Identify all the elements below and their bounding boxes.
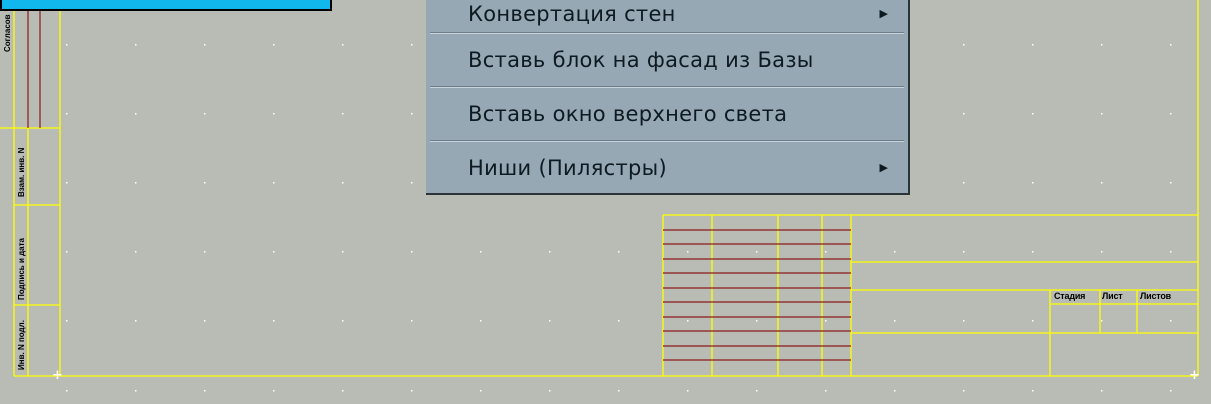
grid-dot <box>135 113 137 115</box>
grid-dot <box>1170 182 1172 184</box>
grid-dot <box>963 182 965 184</box>
menu-item-label: Вставь блок на фасад из Базы <box>468 48 814 72</box>
menu-item-label: Вставь окно верхнего света <box>468 102 788 126</box>
grid-dot <box>66 44 68 46</box>
grid-dot <box>756 251 758 253</box>
grid-dot <box>894 320 896 322</box>
grid-dot <box>963 113 965 115</box>
grid-dot <box>135 251 137 253</box>
title-block-sheet: Лист <box>1102 291 1123 301</box>
title-block-stage: Стадия <box>1054 291 1086 301</box>
grid-dot <box>204 44 206 46</box>
grid-dot <box>756 390 758 392</box>
grid-dot <box>1101 113 1103 115</box>
grid-dot <box>273 320 275 322</box>
grid-dot <box>963 390 965 392</box>
submenu-arrow-icon: ▶ <box>879 161 888 174</box>
grid-dot <box>273 251 275 253</box>
grid-dot <box>963 251 965 253</box>
grid-dot <box>825 390 827 392</box>
grid-dot <box>687 320 689 322</box>
stamp-label-replace: Взам. инв. N <box>17 147 26 197</box>
grid-dot <box>135 320 137 322</box>
grid-dot <box>1032 251 1034 253</box>
grid-dot <box>273 113 275 115</box>
grid-dot <box>963 320 965 322</box>
grid-dot <box>411 113 413 115</box>
grid-dot <box>1101 44 1103 46</box>
grid-dot <box>204 113 206 115</box>
grid-dot <box>549 390 551 392</box>
grid-dot <box>1032 44 1034 46</box>
grid-dot <box>66 320 68 322</box>
grid-dot <box>963 44 965 46</box>
grid-dot <box>687 251 689 253</box>
grid-dot <box>273 44 275 46</box>
grid-dot <box>1032 320 1034 322</box>
grid-dot <box>66 251 68 253</box>
grid-dot <box>411 251 413 253</box>
grid-dot <box>1170 44 1172 46</box>
grid-dot <box>1101 390 1103 392</box>
grid-dot <box>66 113 68 115</box>
grid-dot <box>135 182 137 184</box>
grid-dot <box>480 320 482 322</box>
context-menu: Конвертация стен ▶ Вставь блок на фасад … <box>426 0 910 195</box>
grid-dot <box>411 390 413 392</box>
grid-dot <box>1032 390 1034 392</box>
stamp-label-top: Согласов <box>3 14 12 52</box>
grid-dot <box>342 251 344 253</box>
grid-dot <box>1170 113 1172 115</box>
grid-dot <box>411 320 413 322</box>
grid-dot <box>66 182 68 184</box>
grid-dot <box>1032 113 1034 115</box>
grid-dot <box>549 251 551 253</box>
grid-dot <box>1101 251 1103 253</box>
grid-dot <box>204 320 206 322</box>
grid-dot <box>411 182 413 184</box>
grid-dot <box>342 390 344 392</box>
grid-dot <box>687 390 689 392</box>
grid-dot <box>894 390 896 392</box>
grid-dot <box>894 251 896 253</box>
grid-dot <box>66 390 68 392</box>
stamp-label-signature: Подпись и дата <box>17 238 26 300</box>
grid-dot <box>1170 251 1172 253</box>
grid-dot <box>1101 320 1103 322</box>
crosshair-left: + <box>52 368 63 383</box>
grid-dot <box>204 390 206 392</box>
grid-dot <box>273 390 275 392</box>
grid-dot <box>1032 182 1034 184</box>
tooltip-box <box>0 0 332 11</box>
crosshair-right: + <box>1189 368 1200 383</box>
grid-dot <box>273 182 275 184</box>
grid-dot <box>135 390 137 392</box>
grid-dot <box>342 113 344 115</box>
menu-item-niches-pilasters[interactable]: Ниши (Пилястры) ▶ <box>426 142 906 194</box>
grid-dot <box>204 182 206 184</box>
menu-item-insert-facade-block[interactable]: Вставь блок на фасад из Базы <box>426 34 906 86</box>
grid-dot <box>135 44 137 46</box>
menu-item-insert-skylight[interactable]: Вставь окно верхнего света <box>426 88 906 140</box>
grid-dot <box>342 320 344 322</box>
menu-item-label: Ниши (Пилястры) <box>468 156 668 180</box>
stamp-label-inventory: Инв. N подл. <box>17 320 26 370</box>
grid-dot <box>342 182 344 184</box>
grid-dot <box>756 320 758 322</box>
grid-dot <box>480 390 482 392</box>
grid-dot <box>411 44 413 46</box>
grid-dot <box>618 390 620 392</box>
grid-dot <box>1101 182 1103 184</box>
grid-dot <box>1170 320 1172 322</box>
grid-dot <box>825 251 827 253</box>
grid-dot <box>1170 390 1172 392</box>
grid-dot <box>549 320 551 322</box>
grid-dot <box>204 251 206 253</box>
grid-dot <box>342 44 344 46</box>
grid-dot <box>825 320 827 322</box>
grid-dot <box>618 320 620 322</box>
grid-dot <box>480 251 482 253</box>
title-block-sheets: Листов <box>1140 291 1171 301</box>
grid-dot <box>618 251 620 253</box>
